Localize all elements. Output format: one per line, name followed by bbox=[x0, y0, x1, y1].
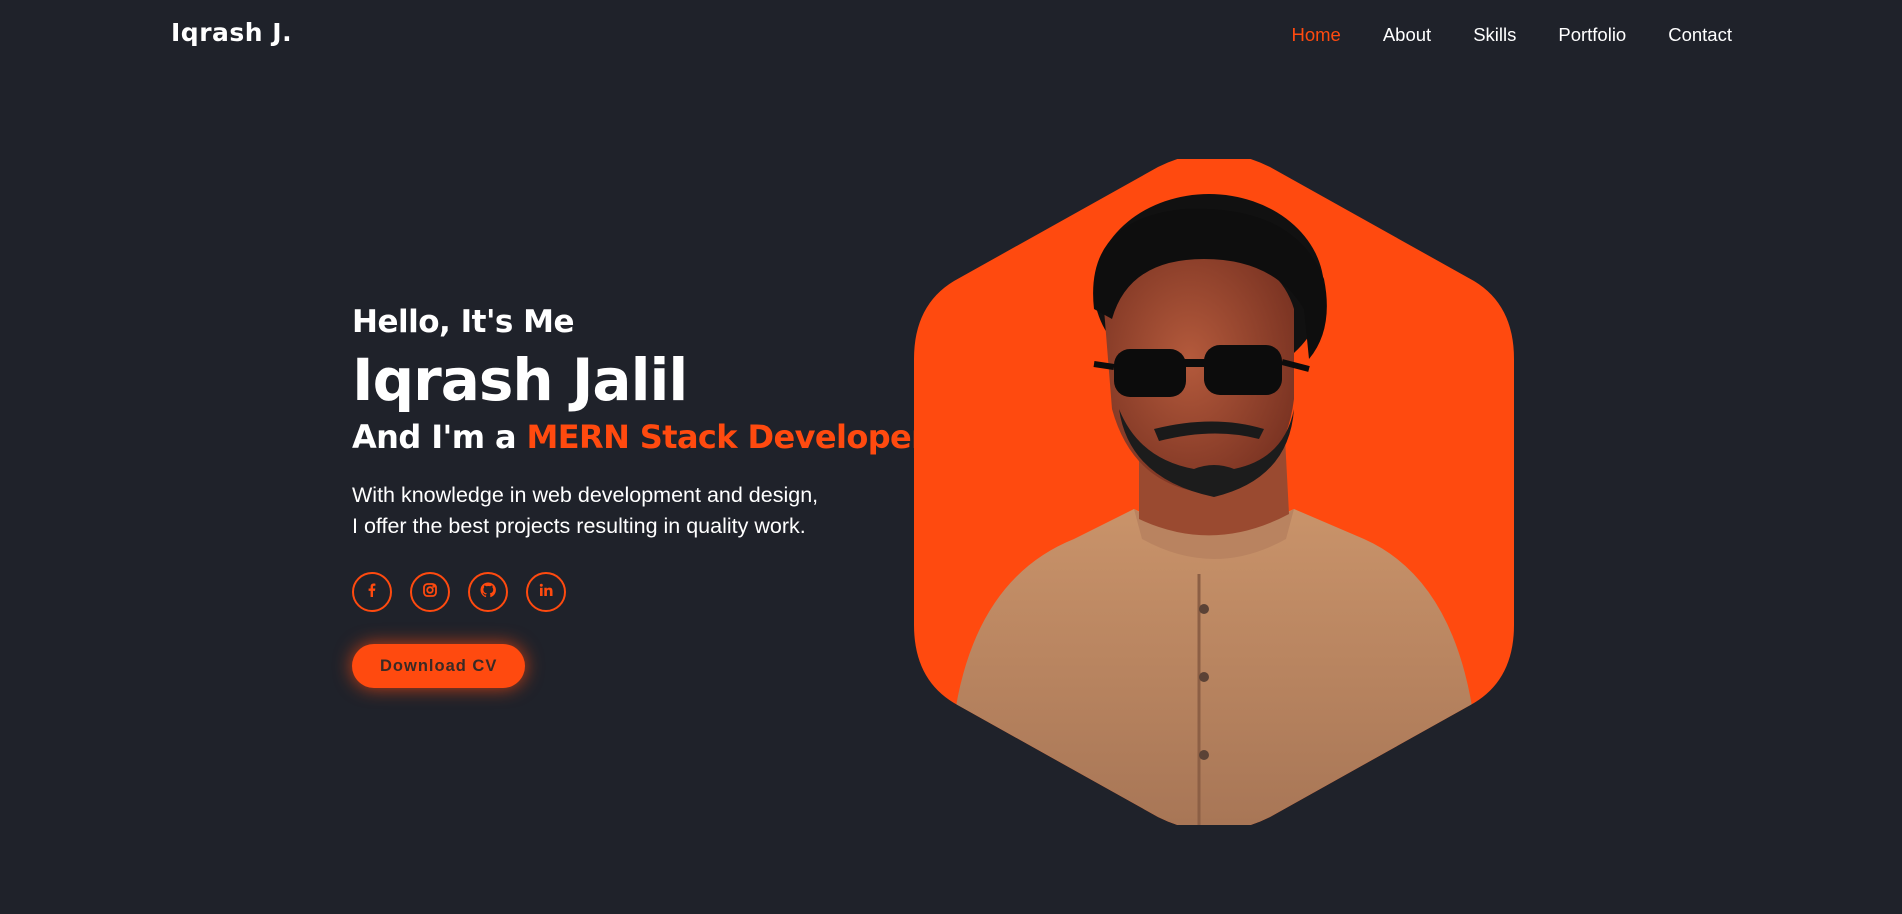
nav-link-home[interactable]: Home bbox=[1291, 24, 1340, 46]
hero-role-line: And I'm a MERN Stack Developer bbox=[352, 416, 927, 458]
hero-role: MERN Stack Developer bbox=[526, 418, 927, 456]
hero-content: Hello, It's Me Iqrash Jalil And I'm a ME… bbox=[352, 302, 927, 688]
hero-greeting: Hello, It's Me bbox=[352, 304, 575, 340]
github-icon bbox=[480, 582, 496, 602]
main-nav: Home About Skills Portfolio Contact bbox=[1291, 24, 1732, 46]
facebook-icon bbox=[364, 582, 380, 602]
social-links bbox=[352, 572, 912, 612]
hero-description-line-1: With knowledge in web development and de… bbox=[352, 483, 819, 507]
page: Iqrash J. Home About Skills Portfolio Co… bbox=[0, 0, 1902, 914]
hero-description-line-2: I offer the best projects resulting in q… bbox=[352, 514, 806, 538]
nav-link-contact[interactable]: Contact bbox=[1668, 24, 1732, 46]
nav-link-portfolio[interactable]: Portfolio bbox=[1558, 24, 1626, 46]
instagram-icon bbox=[422, 582, 438, 602]
github-link[interactable] bbox=[468, 572, 508, 612]
site-logo[interactable]: Iqrash J. bbox=[171, 18, 292, 47]
facebook-link[interactable] bbox=[352, 572, 392, 612]
nav-link-skills[interactable]: Skills bbox=[1473, 24, 1516, 46]
nav-link-about[interactable]: About bbox=[1383, 24, 1431, 46]
hero-role-prefix: And I'm a bbox=[352, 418, 527, 456]
download-cv-button[interactable]: Download CV bbox=[352, 644, 526, 688]
hero-description: With knowledge in web development and de… bbox=[352, 480, 912, 542]
instagram-link[interactable] bbox=[410, 572, 450, 612]
linkedin-link[interactable] bbox=[526, 572, 566, 612]
profile-photo bbox=[914, 159, 1514, 825]
hero-name: Iqrash Jalil bbox=[352, 346, 688, 414]
linkedin-icon bbox=[538, 582, 554, 602]
